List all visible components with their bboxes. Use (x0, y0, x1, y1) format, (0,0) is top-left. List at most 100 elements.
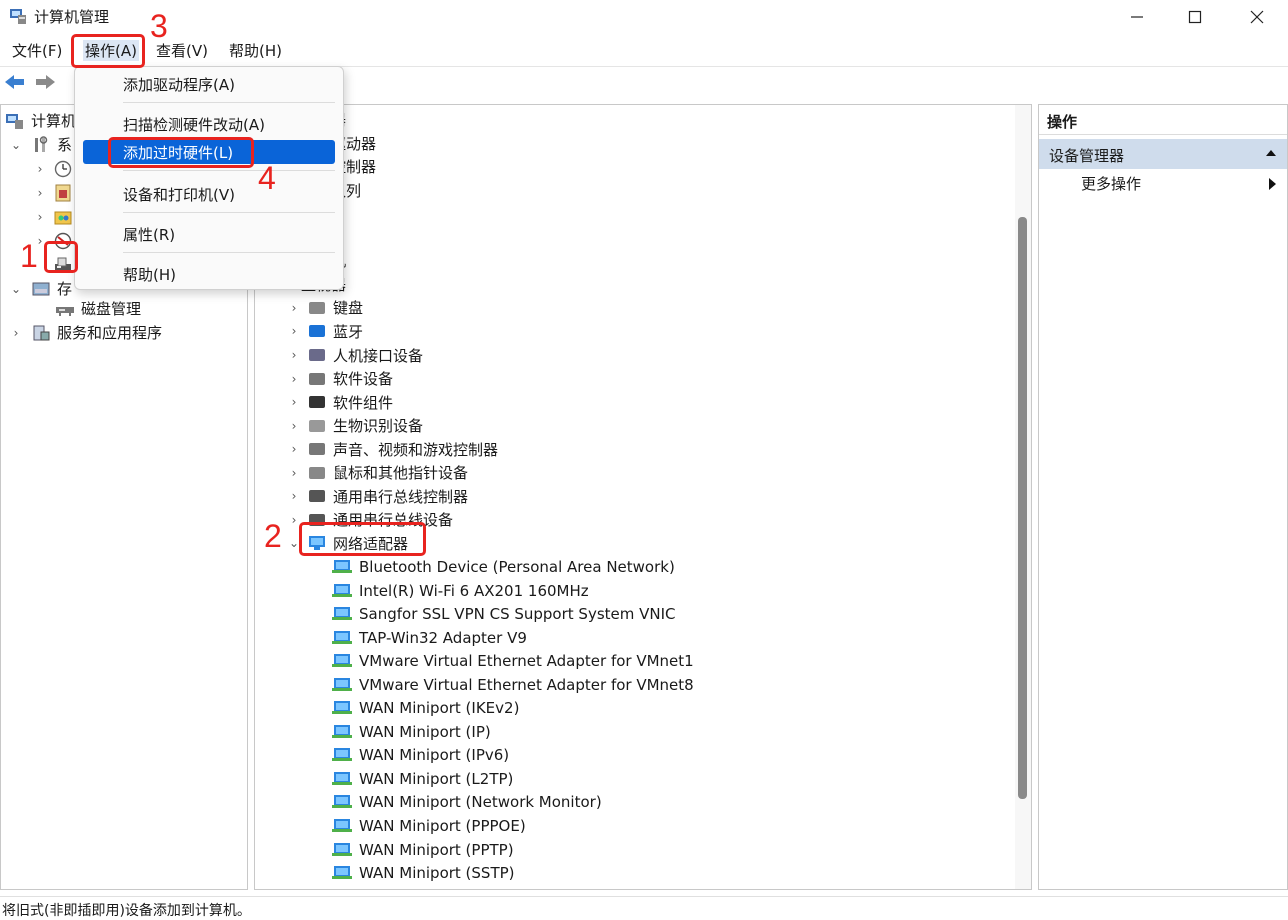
device-category-label: 鼠标和其他指针设备 (333, 464, 469, 483)
clock-icon (53, 160, 73, 178)
chevron-right-icon[interactable]: › (287, 348, 301, 362)
actions-section-label: 设备管理器 (1049, 147, 1125, 165)
menu-separator (123, 170, 335, 171)
chevron-right-icon[interactable]: › (287, 395, 301, 409)
chevron-right-icon[interactable]: › (287, 419, 301, 433)
device-category-row[interactable]: › 软件组件 (287, 391, 393, 414)
device-category-row[interactable]: › 软件设备 (287, 367, 393, 390)
device-category-label: 生物识别设备 (333, 417, 424, 436)
device-category-label: 软件组件 (333, 393, 394, 412)
chevron-right-icon[interactable]: › (287, 442, 301, 456)
tree-event-viewer[interactable]: › (33, 181, 79, 204)
menu-properties[interactable]: 属性(R) (83, 222, 335, 246)
network-adapter-icon (331, 841, 353, 859)
tree-root[interactable]: 计算机 (5, 109, 76, 132)
network-adapter-icon (331, 770, 353, 788)
menu-add-driver[interactable]: 添加驱动程序(A) (83, 72, 335, 96)
shared-folder-icon (53, 208, 73, 226)
network-adapter-item[interactable]: VMware Virtual Ethernet Adapter for VMne… (331, 673, 694, 696)
menu-file[interactable]: 文件(F) (12, 40, 62, 61)
menu-scan-hardware[interactable]: 扫描检测硬件改动(A) (83, 112, 335, 136)
device-category-icon (307, 370, 327, 388)
network-adapter-item[interactable]: VMware Virtual Ethernet Adapter for VMne… (331, 650, 694, 673)
network-adapter-icon (331, 699, 353, 717)
vertical-scrollbar[interactable] (1015, 105, 1031, 889)
tree-disk-management[interactable]: 磁盘管理 (55, 297, 141, 320)
chevron-right-icon[interactable]: › (33, 186, 47, 200)
annotation-box-network-adapters (299, 522, 426, 556)
network-adapter-item[interactable]: WAN Miniport (SSTP) (331, 862, 515, 885)
network-adapter-icon (331, 793, 353, 811)
chevron-right-icon[interactable]: › (287, 301, 301, 315)
device-category-row[interactable]: › 通用串行总线控制器 (287, 485, 468, 508)
network-adapter-item[interactable]: Sangfor SSL VPN CS Support System VNIC (331, 603, 676, 626)
tree-disk-label: 磁盘管理 (81, 300, 142, 318)
back-arrow-icon[interactable] (4, 73, 26, 91)
chevron-right-icon[interactable]: › (287, 372, 301, 386)
chevron-right-icon[interactable]: › (287, 466, 301, 480)
annotation-number-2: 2 (264, 518, 282, 554)
network-adapter-item[interactable]: WAN Miniport (PPTP) (331, 838, 514, 861)
scrollbar-thumb[interactable] (1018, 217, 1027, 799)
network-adapter-label: WAN Miniport (IKEv2) (359, 699, 520, 718)
chevron-right-icon[interactable]: › (9, 326, 23, 340)
submenu-arrow-icon[interactable] (1267, 177, 1277, 195)
tree-services-label: 服务和应用程序 (57, 324, 163, 342)
device-category-label: 软件设备 (333, 370, 394, 389)
network-adapter-label: Sangfor SSL VPN CS Support System VNIC (359, 605, 676, 624)
device-category-row[interactable]: › 人机接口设备 (287, 344, 423, 367)
network-adapter-label: WAN Miniport (IPv6) (359, 746, 510, 765)
network-adapter-item[interactable]: WAN Miniport (L2TP) (331, 767, 513, 790)
network-adapter-item[interactable]: WAN Miniport (IPv6) (331, 744, 509, 767)
device-category-row[interactable]: › 蓝牙 (287, 320, 363, 343)
network-adapter-label: WAN Miniport (PPPOE) (359, 817, 526, 835)
collapse-up-icon[interactable] (1265, 145, 1277, 163)
forward-arrow-icon[interactable] (34, 73, 56, 91)
chevron-right-icon[interactable]: › (33, 210, 47, 224)
menu-help[interactable]: 帮助(H) (229, 40, 282, 61)
close-button[interactable] (1228, 0, 1286, 34)
actions-header: 操作 (1039, 105, 1287, 135)
annotation-box-add-legacy (108, 137, 254, 168)
network-adapter-item[interactable]: TAP-Win32 Adapter V9 (331, 626, 527, 649)
chevron-right-icon[interactable]: › (33, 162, 47, 176)
network-adapter-item[interactable]: WAN Miniport (IP) (331, 720, 491, 743)
device-category-row[interactable]: › 生物识别设备 (287, 414, 423, 437)
menu-separator (123, 212, 335, 213)
tree-shared-folders[interactable]: › (33, 205, 79, 228)
status-bar: 将旧式(非即插即用)设备添加到计算机。 (0, 896, 1288, 920)
network-adapter-icon (331, 558, 353, 576)
network-adapter-item[interactable]: WAN Miniport (PPPOE) (331, 815, 526, 838)
device-category-row[interactable]: › 鼠标和其他指针设备 (287, 461, 468, 484)
network-adapter-item[interactable]: WAN Miniport (IKEv2) (331, 697, 519, 720)
menu-help-item[interactable]: 帮助(H) (83, 262, 335, 286)
actions-section-device-manager[interactable]: 设备管理器 (1039, 139, 1287, 169)
device-category-row[interactable]: › 键盘 (287, 296, 363, 319)
chevron-right-icon[interactable]: › (287, 324, 301, 338)
device-category-label: 键盘 (333, 299, 364, 318)
menu-devices-printers[interactable]: 设备和打印机(V) (83, 182, 335, 206)
chevron-right-icon[interactable]: › (287, 489, 301, 503)
tree-services[interactable]: › 服务和应用程序 (9, 321, 162, 344)
computer-management-icon (9, 7, 27, 25)
network-adapter-label: WAN Miniport (PPTP) (359, 840, 514, 859)
network-adapter-icon (331, 723, 353, 741)
tree-system-tools[interactable]: ⌄ 系 (9, 133, 72, 156)
tree-storage-label: 存 (57, 280, 73, 298)
chevron-down-icon[interactable]: ⌄ (9, 138, 23, 152)
device-category-icon (307, 393, 327, 411)
device-category-row[interactable]: › 声音、视频和游戏控制器 (287, 438, 498, 461)
more-actions-item[interactable]: 更多操作 (1081, 173, 1141, 194)
annotation-box-action-menu (71, 34, 145, 68)
annotation-number-1: 1 (20, 238, 38, 274)
network-adapter-item[interactable]: Intel(R) Wi-Fi 6 AX201 160MHz (331, 579, 589, 602)
network-adapter-item[interactable]: WAN Miniport (Network Monitor) (331, 791, 602, 814)
chevron-down-icon[interactable]: ⌄ (9, 282, 23, 296)
minimize-button[interactable] (1108, 0, 1166, 34)
tree-system-label: 系 (57, 136, 73, 154)
tree-task-scheduler[interactable]: › (33, 157, 79, 180)
maximize-button[interactable] (1166, 0, 1224, 34)
more-actions-label: 更多操作 (1081, 175, 1142, 193)
network-adapter-item[interactable]: Bluetooth Device (Personal Area Network) (331, 555, 675, 578)
actions-pane: 操作 设备管理器 更多操作 (1038, 104, 1288, 890)
